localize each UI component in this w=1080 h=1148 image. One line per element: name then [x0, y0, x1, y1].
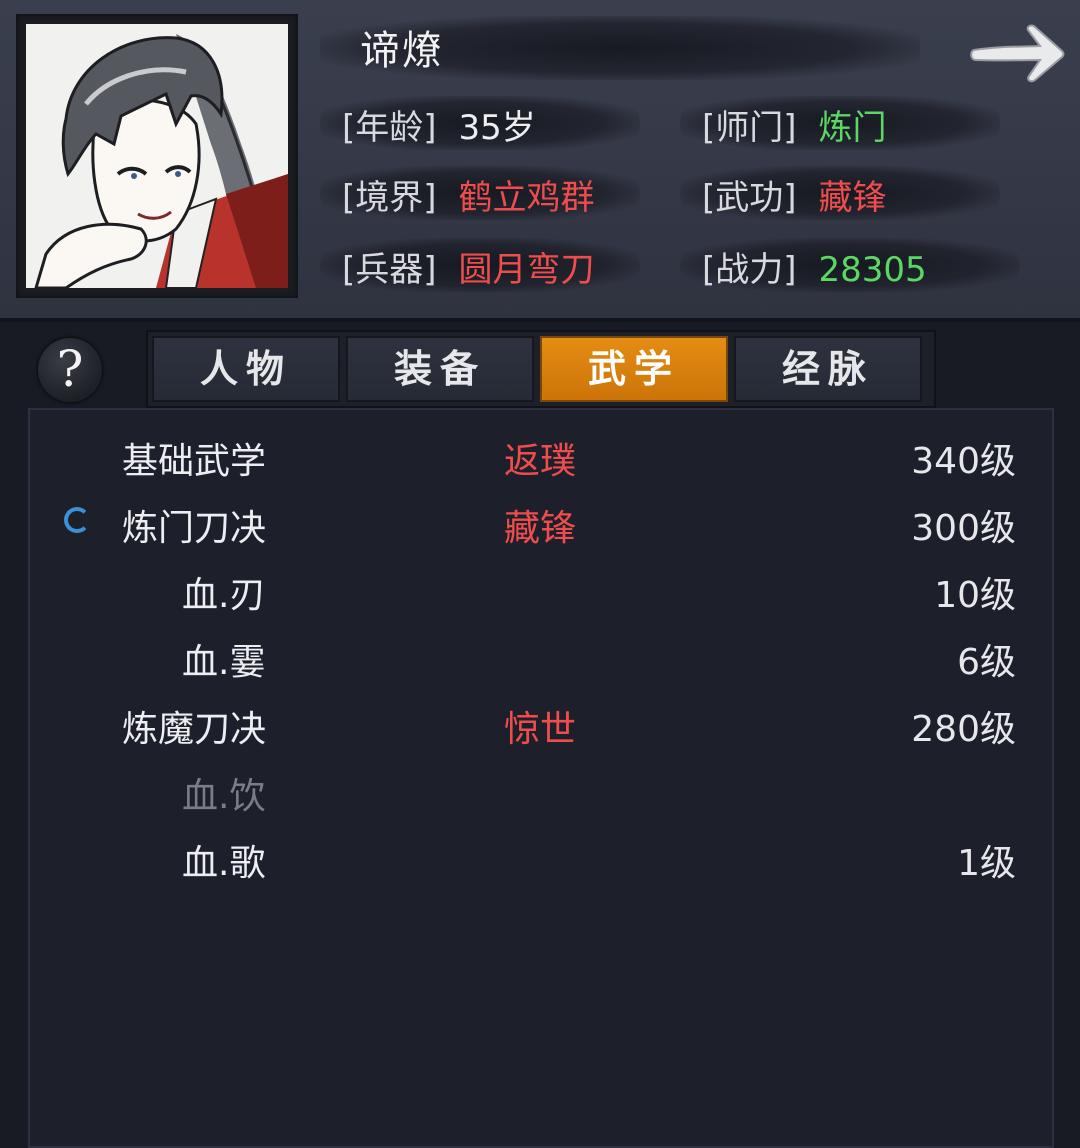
- realm-field: [境界] 鹤立鸡群: [342, 170, 595, 219]
- skill-level: 340级: [911, 441, 1016, 482]
- tab-character[interactable]: 人物: [152, 336, 340, 402]
- power-field: [战力] 28305: [702, 242, 927, 291]
- realm-value: 鹤立鸡群: [458, 178, 595, 218]
- skill-tier: 返璞: [504, 441, 577, 482]
- character-name: 谛燎: [360, 28, 444, 74]
- weapon-value: 圆月弯刀: [458, 250, 595, 290]
- character-portrait[interactable]: [26, 24, 288, 288]
- skill-row[interactable]: 炼门刀决 藏锋 300级: [30, 487, 1056, 553]
- skill-tier: 惊世: [504, 709, 577, 750]
- skill-name: 炼魔刀决: [122, 709, 267, 750]
- sect-value: 炼门: [818, 108, 887, 148]
- sub-skill-row[interactable]: 血.霎 6级: [30, 621, 1056, 687]
- power-label: [战力]: [702, 250, 797, 290]
- sub-skill-row-locked[interactable]: 血.饮: [30, 755, 1056, 821]
- martial-skill-label: [武功]: [702, 178, 797, 218]
- weapon-label: [兵器]: [342, 250, 437, 290]
- sect-label: [师门]: [702, 108, 797, 148]
- skill-level: 300级: [911, 508, 1016, 549]
- skill-level: 6级: [957, 642, 1016, 683]
- skill-level: 1级: [957, 843, 1016, 884]
- skill-tier: 藏锋: [504, 508, 577, 549]
- character-header: 谛燎 [年龄] 35岁 [师门] 炼门 [境界] 鹤立鸡群 [武功] 藏锋 [兵器] 圆月…: [0, 0, 1080, 322]
- sub-skill-row[interactable]: 血.歌 1级: [30, 822, 1056, 888]
- tab-meridians[interactable]: 经脉: [734, 336, 922, 402]
- tab-equipment[interactable]: 装备: [346, 336, 534, 402]
- sub-skill-name: 血.霎: [182, 642, 266, 683]
- portrait-frame: [16, 14, 298, 298]
- skill-name: 基础武学: [122, 441, 267, 482]
- help-button[interactable]: ?: [38, 338, 102, 402]
- age-field: [年龄] 35岁: [342, 100, 536, 149]
- sub-skill-row[interactable]: 血.刃 10级: [30, 554, 1056, 620]
- martial-skill-field: [武功] 藏锋: [702, 170, 887, 219]
- sect-field: [师门] 炼门: [702, 100, 887, 149]
- sub-skill-name: 血.刃: [182, 575, 266, 616]
- skill-level: 280级: [911, 709, 1016, 750]
- skill-row[interactable]: 基础武学 返璞 340级: [30, 420, 1056, 486]
- sub-skill-name: 血.歌: [182, 843, 266, 884]
- tab-bar: 人物 装备 武学 经脉: [146, 330, 936, 408]
- loading-ring-icon: [64, 507, 90, 533]
- skill-name: 炼门刀决: [122, 508, 267, 549]
- power-value: 28305: [818, 250, 927, 290]
- martial-skill-value: 藏锋: [818, 178, 887, 218]
- skill-row[interactable]: 炼魔刀决 惊世 280级: [30, 688, 1056, 754]
- next-character-arrow-icon[interactable]: [968, 20, 1068, 86]
- age-value: 35岁: [458, 108, 536, 148]
- realm-label: [境界]: [342, 178, 437, 218]
- weapon-field: [兵器] 圆月弯刀: [342, 242, 595, 291]
- skill-list-panel: 基础武学 返璞 340级 炼门刀决 藏锋 300级 血.刃 10级 血.霎 6级…: [28, 408, 1054, 1148]
- age-label: [年龄]: [342, 108, 437, 148]
- tab-martial-arts[interactable]: 武学: [540, 336, 728, 402]
- sub-skill-name: 血.饮: [182, 776, 266, 817]
- skill-level: 10级: [934, 575, 1016, 616]
